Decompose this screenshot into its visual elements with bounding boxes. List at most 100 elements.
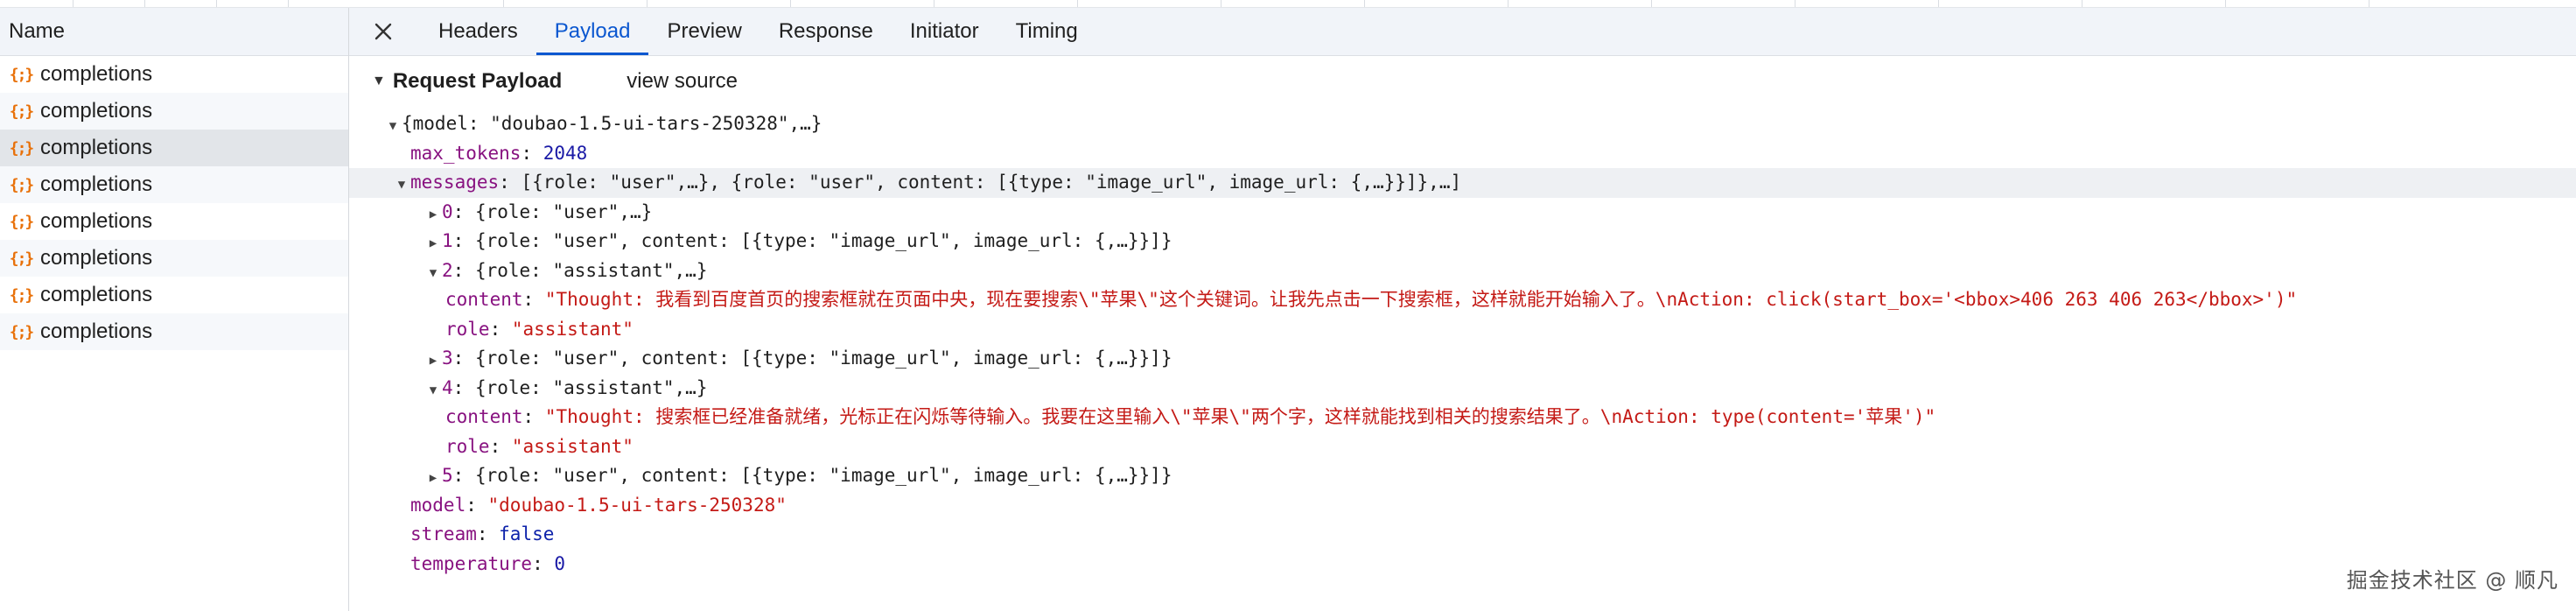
close-icon <box>374 23 392 40</box>
request-name: completions <box>40 283 153 306</box>
message-summary: {role: "user", content: [{type: "image_u… <box>474 465 1172 486</box>
grid-tick <box>503 0 504 7</box>
request-row[interactable]: {;} completions <box>0 56 348 93</box>
grid-tick <box>1938 0 1939 7</box>
fetch-icon: {;} <box>9 249 35 268</box>
tab-timing[interactable]: Timing <box>998 8 1096 55</box>
tree-item-message-5[interactable]: ▶ 5: {role: "user", content: [{type: "ima… <box>349 461 2576 491</box>
message-summary: {role: "assistant",…} <box>474 259 708 281</box>
grid-tick <box>2369 0 2370 7</box>
key-label: 3 <box>442 348 453 369</box>
key-label: max_tokens <box>410 142 522 164</box>
key-label: messages <box>410 172 500 193</box>
caret-down-icon: ▼ <box>388 119 397 133</box>
detail-tabbar: Headers Payload Preview Response Initiat… <box>349 8 2576 56</box>
tree-item-messages[interactable]: ▼ messages: [{role: "user",…}, {role: "us… <box>349 168 2576 198</box>
string-value: "assistant" <box>511 318 634 340</box>
caret-right-icon: ▶ <box>429 471 438 485</box>
request-name: completions <box>40 246 153 270</box>
grid-tick <box>216 0 217 7</box>
request-name: completions <box>40 320 153 343</box>
request-row[interactable]: {;} completions <box>0 166 348 203</box>
payload-tree: ▼ {model: "doubao-1.5-ui-tars-250328",…} … <box>349 109 2576 579</box>
request-row-selected[interactable]: {;} completions <box>0 130 348 166</box>
grid-tick <box>2225 0 2226 7</box>
key-label: role <box>445 435 490 457</box>
tab-initiator[interactable]: Initiator <box>892 8 998 55</box>
root-summary: {model: "doubao-1.5-ui-tars-250328",…} <box>402 113 822 134</box>
key-label: 0 <box>442 200 453 222</box>
fetch-icon: {;} <box>9 138 35 158</box>
name-column-header[interactable]: Name <box>0 8 348 56</box>
request-name: completions <box>40 172 153 196</box>
top-strip <box>0 0 2576 8</box>
boolean-value: false <box>499 523 555 544</box>
number-value: 0 <box>554 552 566 574</box>
tree-root[interactable]: ▼ {model: "doubao-1.5-ui-tars-250328",…} <box>349 109 2576 139</box>
close-detail-button[interactable] <box>364 8 402 55</box>
tree-item-max-tokens: max_tokens: 2048 <box>410 142 588 164</box>
fetch-icon: {;} <box>9 322 35 341</box>
string-value: "doubao-1.5-ui-tars-250328" <box>487 494 787 516</box>
request-row[interactable]: {;} completions <box>0 313 348 350</box>
tree-item-content: content: "Thought: 我看到百度首页的搜索框就在页面中央，现在要… <box>445 289 2298 310</box>
caret-down-icon: ▼ <box>372 74 386 88</box>
key-label: 5 <box>442 465 453 486</box>
caret-down-icon: ▼ <box>429 383 438 397</box>
string-value: "Thought: 我看到百度首页的搜索框就在页面中央，现在要搜索\"苹果\"这… <box>544 289 2298 310</box>
tree-item-stream: stream: false <box>410 523 555 544</box>
key-label: 1 <box>442 230 453 251</box>
message-summary: {role: "user", content: [{type: "image_u… <box>474 348 1172 369</box>
key-label: 2 <box>442 259 453 281</box>
message-summary: {role: "user", content: [{type: "image_u… <box>474 230 1172 251</box>
grid-tick <box>1795 0 1796 7</box>
request-name: completions <box>40 99 153 123</box>
key-label: temperature <box>410 552 533 574</box>
key-label: model <box>410 494 466 516</box>
tab-response[interactable]: Response <box>760 8 892 55</box>
key-label: stream <box>410 523 477 544</box>
string-value: "Thought: 搜索框已经准备就绪，光标正在闪烁等待输入。我要在这里输入\"… <box>544 406 1936 427</box>
caret-down-icon: ▼ <box>429 265 438 280</box>
request-row[interactable]: {;} completions <box>0 277 348 313</box>
request-payload-header[interactable]: ▼ Request Payload view source <box>372 69 738 94</box>
grid-tick <box>1077 0 1078 7</box>
number-value: 2048 <box>542 142 588 164</box>
watermark: 掘金技术社区 @ 顺凡 <box>2346 568 2558 593</box>
message-summary: {role: "user",…} <box>474 200 653 222</box>
tree-item-message-2[interactable]: ▼ 2: {role: "assistant",…} <box>349 256 2576 286</box>
string-value: "assistant" <box>511 435 634 457</box>
caret-right-icon: ▶ <box>429 354 438 368</box>
request-list-panel: Name {;} completions {;} completions {;}… <box>0 8 349 611</box>
fetch-icon: {;} <box>9 65 35 84</box>
tree-item-message-1[interactable]: ▶ 1: {role: "user", content: [{type: "ima… <box>349 227 2576 256</box>
key-label: 4 <box>442 376 453 398</box>
request-row[interactable]: {;} completions <box>0 203 348 240</box>
tree-item-message-0[interactable]: ▶ 0: {role: "user",…} <box>349 198 2576 228</box>
grid-tick <box>1651 0 1652 7</box>
view-source-link[interactable]: view source <box>626 69 738 94</box>
tree-item-message-4[interactable]: ▼ 4: {role: "assistant",…} <box>349 374 2576 404</box>
request-row[interactable]: {;} completions <box>0 93 348 130</box>
request-row[interactable]: {;} completions <box>0 240 348 277</box>
tree-item-model: model: "doubao-1.5-ui-tars-250328" <box>410 494 787 516</box>
grid-tick <box>73 0 74 7</box>
tree-item-role: role: "assistant" <box>445 435 634 457</box>
fetch-icon: {;} <box>9 102 35 121</box>
tab-preview[interactable]: Preview <box>648 8 760 55</box>
messages-summary: [{role: "user",…}, {role: "user", conten… <box>521 172 1462 193</box>
fetch-icon: {;} <box>9 212 35 231</box>
caret-down-icon: ▼ <box>397 178 406 192</box>
tree-item-temperature: temperature: 0 <box>410 552 566 574</box>
grid-tick <box>647 0 648 7</box>
caret-right-icon: ▶ <box>429 207 438 221</box>
tree-item-message-3[interactable]: ▶ 3: {role: "user", content: [{type: "ima… <box>349 344 2576 374</box>
tab-headers[interactable]: Headers <box>420 8 536 55</box>
grid-tick <box>288 0 289 7</box>
grid-tick <box>144 0 145 7</box>
section-title: Request Payload <box>392 69 563 93</box>
request-detail-panel: Headers Payload Preview Response Initiat… <box>349 8 2576 611</box>
grid-tick <box>1364 0 1365 7</box>
key-label: content <box>445 406 523 427</box>
tab-payload[interactable]: Payload <box>536 8 649 55</box>
